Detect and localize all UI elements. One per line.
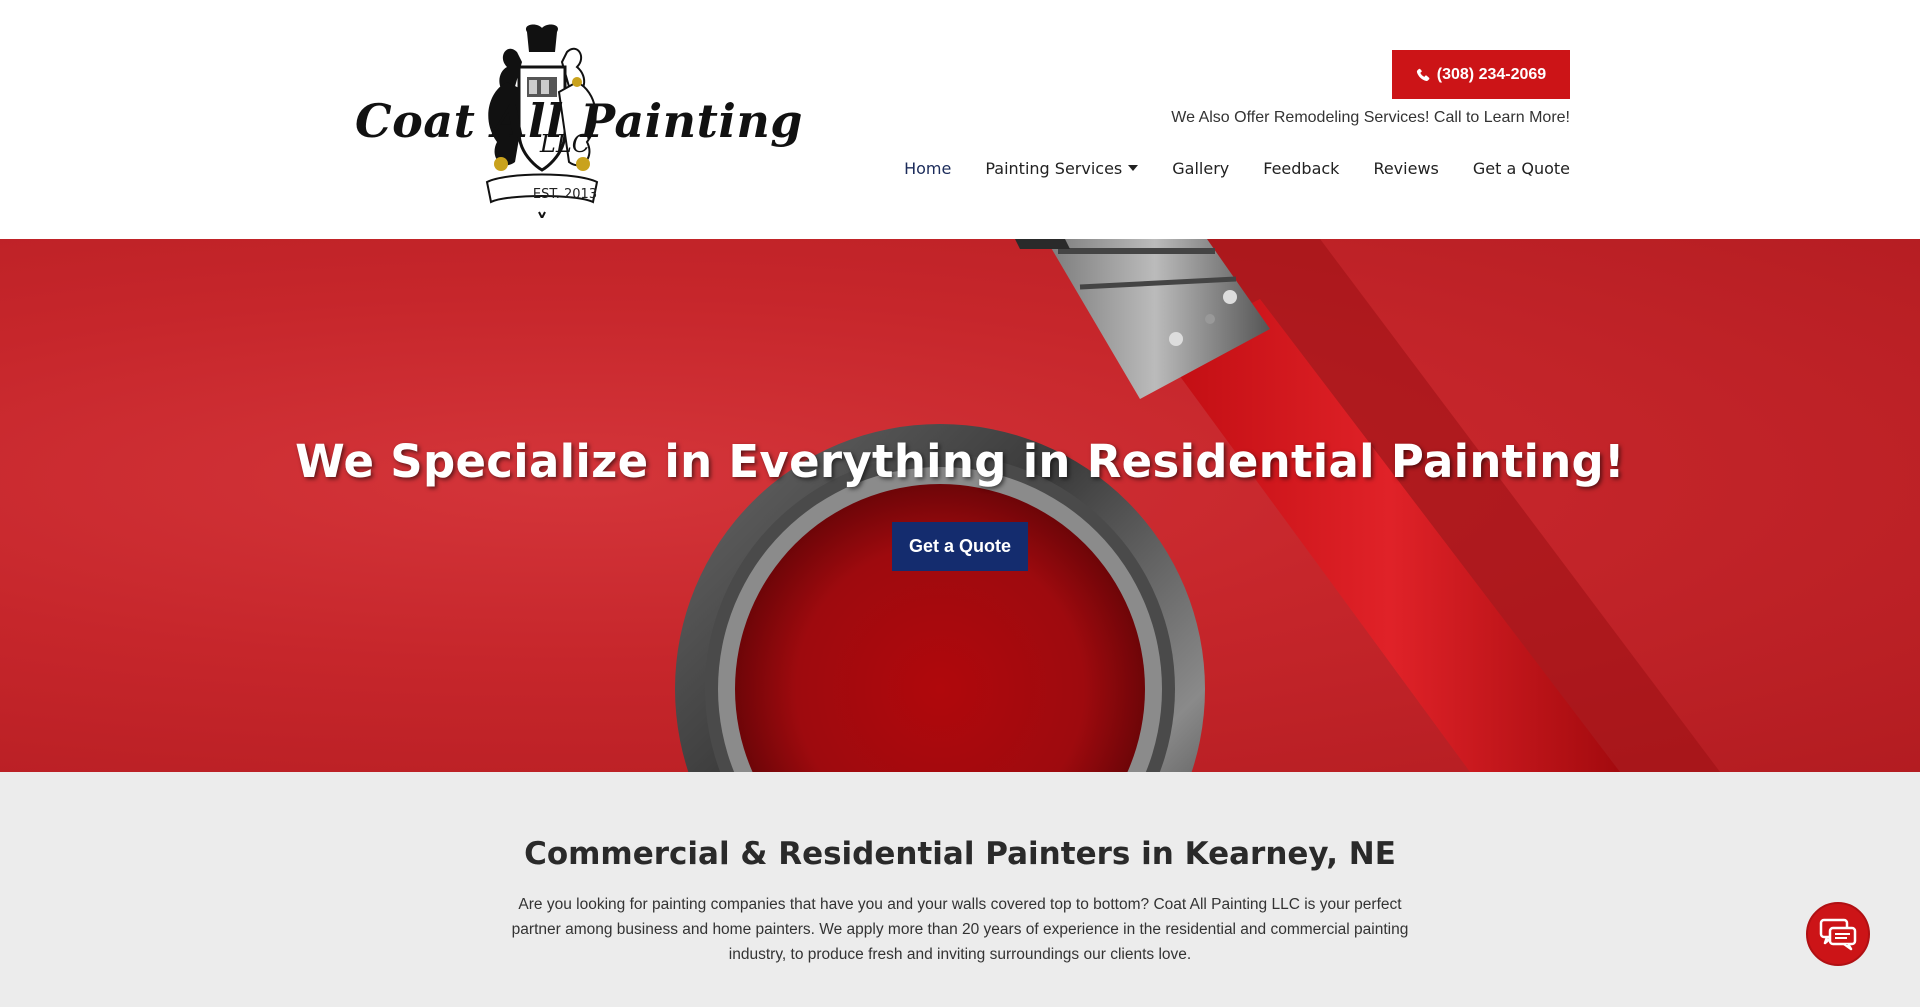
intro-title: Commercial & Residential Painters in Kea… xyxy=(524,836,1396,872)
phone-icon xyxy=(1416,67,1431,82)
intro-body: Are you looking for painting companies t… xyxy=(511,896,1409,963)
logo-llc: LLC xyxy=(539,130,591,158)
site-logo[interactable]: Coat All Painting LLC EST. 2013 xyxy=(355,22,802,222)
nav-gallery[interactable]: Gallery xyxy=(1172,159,1229,178)
nav-get-a-quote-label: Get a Quote xyxy=(1472,158,1570,178)
paint-can-and-brush-image xyxy=(675,239,1720,772)
hero-banner: We Specialize in Everything in Residenti… xyxy=(0,239,1920,772)
nav-reviews-label: Reviews xyxy=(1373,158,1439,178)
nav-feedback[interactable]: Feedback xyxy=(1263,159,1339,178)
chat-widget-button[interactable] xyxy=(1806,902,1870,966)
intro-section: Commercial & Residential Painters in Kea… xyxy=(0,772,1920,1007)
nav-get-a-quote[interactable]: Get a Quote xyxy=(1473,159,1570,178)
phone-call-button[interactable]: (308) 234-2069 xyxy=(1392,50,1570,99)
site-header: Coat All Painting LLC EST. 2013 (308) 23… xyxy=(0,0,1920,239)
nav-feedback-label: Feedback xyxy=(1263,158,1340,178)
phone-number: (308) 234-2069 xyxy=(1436,65,1547,83)
chat-bubbles-icon xyxy=(1819,918,1857,951)
remodeling-tagline: We Also Offer Remodeling Services! Call … xyxy=(1171,109,1570,126)
nav-painting-services[interactable]: Painting Services xyxy=(985,158,1139,178)
hero-get-a-quote-button[interactable]: Get a Quote xyxy=(892,522,1028,571)
hero-title: We Specialize in Everything in Residenti… xyxy=(295,435,1625,488)
nav-home[interactable]: Home xyxy=(904,159,951,178)
nav-home-label: Home xyxy=(904,158,952,178)
main-nav: Home Painting Services Gallery Feedback … xyxy=(870,154,1570,182)
caret-down-icon xyxy=(1128,165,1139,171)
nav-painting-services-label: Painting Services xyxy=(985,158,1123,178)
nav-reviews[interactable]: Reviews xyxy=(1373,159,1438,178)
nav-gallery-label: Gallery xyxy=(1172,158,1230,178)
logo-established: EST. 2013 xyxy=(532,187,598,202)
